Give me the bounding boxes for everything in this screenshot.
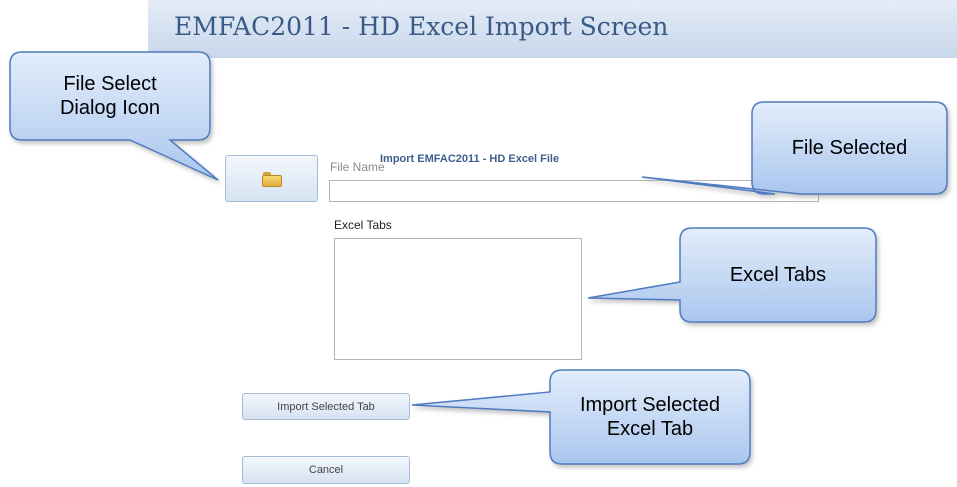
excel-tabs-list[interactable] <box>334 238 582 360</box>
cancel-button[interactable]: Cancel <box>242 456 410 484</box>
file-name-field[interactable] <box>329 180 819 202</box>
folder-open-icon <box>261 171 282 187</box>
page-title: EMFAC2011 - HD Excel Import Screen <box>174 12 669 41</box>
callout-excel-tabs-text: Excel Tabs <box>729 264 827 286</box>
callout-file-select-text: File Select Dialog Icon <box>59 73 161 119</box>
callout-file-selected-text: File Selected <box>791 137 908 159</box>
file-select-button[interactable] <box>225 155 318 202</box>
import-selected-tab-button[interactable]: Import Selected Tab <box>242 393 410 420</box>
excel-tabs-label: Excel Tabs <box>334 218 392 232</box>
file-name-label: File Name <box>330 160 385 174</box>
callout-import-text: Import Selected Excel Tab <box>579 394 721 440</box>
form-heading: Import EMFAC2011 - HD Excel File <box>380 153 560 165</box>
